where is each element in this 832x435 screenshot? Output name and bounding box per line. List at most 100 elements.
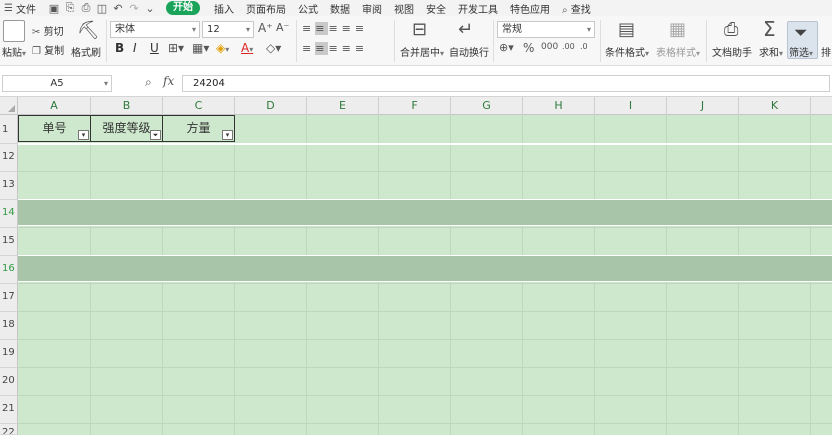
border-icon[interactable]: ⊞▾ bbox=[168, 41, 184, 55]
cell-fill-icon[interactable]: ▦▾ bbox=[192, 41, 209, 55]
row-header-15[interactable]: 15 bbox=[0, 228, 18, 256]
underline-button[interactable]: U bbox=[150, 41, 159, 55]
merge-center-button[interactable]: 合并居中▾ bbox=[400, 44, 444, 59]
font-size-select[interactable]: 12 ▾ bbox=[202, 21, 254, 38]
column-header-j[interactable]: J bbox=[667, 97, 739, 115]
column-header-e[interactable]: E bbox=[307, 97, 379, 115]
tab-page-layout[interactable]: 页面布局 bbox=[246, 1, 286, 16]
column-header-a[interactable]: A bbox=[18, 97, 91, 115]
tab-security[interactable]: 安全 bbox=[426, 1, 446, 16]
tab-special[interactable]: 特色应用 bbox=[510, 1, 550, 16]
wrap-text-button[interactable]: 自动换行 bbox=[449, 44, 489, 59]
font-name-value: 宋体 bbox=[115, 24, 135, 35]
tab-formula[interactable]: 公式 bbox=[298, 1, 318, 16]
row-header-21[interactable]: 21 bbox=[0, 396, 18, 424]
decrease-decimal-icon[interactable]: .0 bbox=[580, 42, 588, 51]
increase-decimal-icon[interactable]: .00 bbox=[562, 42, 575, 51]
row-header-19[interactable]: 19 bbox=[0, 340, 18, 368]
search-icon: ⌕ bbox=[561, 4, 568, 16]
undo-icon[interactable]: ↶ bbox=[110, 2, 126, 15]
eraser-icon[interactable]: ◇▾ bbox=[266, 41, 281, 55]
header-cell-order-no[interactable]: 单号 ▾ bbox=[18, 115, 91, 142]
copy-button[interactable]: ❐ 复制 bbox=[32, 42, 64, 57]
percent-icon[interactable]: % bbox=[523, 41, 534, 55]
row-header-20[interactable]: 20 bbox=[0, 368, 18, 396]
file-menu[interactable]: ☰ 文件 bbox=[4, 1, 36, 16]
thousands-icon[interactable]: 000 bbox=[541, 42, 558, 52]
conditional-format-button[interactable]: 条件格式▾ bbox=[605, 44, 649, 59]
paste-button[interactable]: 粘贴▾ bbox=[2, 44, 26, 59]
column-header-c[interactable]: C bbox=[163, 97, 235, 115]
select-all-corner[interactable] bbox=[0, 97, 18, 115]
print-icon[interactable]: ⎙ bbox=[78, 1, 94, 15]
hamburger-icon: ☰ bbox=[4, 2, 13, 14]
tab-view[interactable]: 视图 bbox=[394, 1, 414, 16]
sheet-grid[interactable]: A B C D E F G H I J K 1 12 13 14 15 16 1… bbox=[0, 97, 832, 435]
header-cell-strength-grade[interactable]: 强度等级 ⏷ bbox=[90, 115, 163, 142]
column-header-next[interactable] bbox=[811, 97, 832, 115]
table-style-button[interactable]: 表格样式▾ bbox=[656, 44, 700, 59]
print-preview-icon[interactable]: ◫ bbox=[94, 2, 110, 15]
sum-button[interactable]: 求和▾ bbox=[759, 44, 783, 59]
function-icon[interactable]: fx bbox=[163, 74, 174, 88]
row-header-12[interactable]: 12 bbox=[0, 144, 18, 172]
horizontal-align-icons[interactable]: ≡≡≡≡≡ bbox=[302, 42, 368, 55]
bold-button[interactable]: B bbox=[115, 41, 124, 55]
divider bbox=[106, 20, 107, 62]
redo-icon[interactable]: ↷ bbox=[126, 2, 142, 15]
row-header-1[interactable]: 1 bbox=[0, 115, 18, 144]
tab-review[interactable]: 审阅 bbox=[362, 1, 382, 16]
row-header-17[interactable]: 17 bbox=[0, 284, 18, 312]
sigma-icon: Σ bbox=[763, 17, 776, 41]
filter-button[interactable]: ⏷ 筛选▾ bbox=[787, 21, 818, 59]
column-header-b[interactable]: B bbox=[91, 97, 163, 115]
name-box[interactable]: A5 ▾ bbox=[2, 75, 112, 92]
row-header-18[interactable]: 18 bbox=[0, 312, 18, 340]
format-painter-button[interactable]: 格式刷 bbox=[71, 44, 101, 59]
row-header-16[interactable]: 16 bbox=[0, 256, 18, 284]
chevron-down-icon[interactable]: ⌄ bbox=[142, 2, 158, 15]
increase-font-icon[interactable]: A⁺ bbox=[258, 21, 273, 35]
filter-dropdown-button[interactable]: ▾ bbox=[222, 130, 233, 140]
column-header-f[interactable]: F bbox=[379, 97, 451, 115]
selected-row-16[interactable] bbox=[18, 255, 832, 282]
formula-input[interactable]: 24204 bbox=[182, 75, 830, 92]
currency-icon[interactable]: ⊕▾ bbox=[499, 41, 514, 54]
divider bbox=[296, 20, 297, 62]
paste-icon[interactable] bbox=[3, 20, 25, 42]
zoom-search-icon[interactable]: ⌕ bbox=[145, 75, 152, 90]
row-header-13[interactable]: 13 bbox=[0, 172, 18, 200]
column-header-d[interactable]: D bbox=[235, 97, 307, 115]
filter-dropdown-button[interactable]: ▾ bbox=[78, 130, 89, 140]
highlight-color-icon[interactable]: ◈▾ bbox=[216, 41, 229, 55]
column-header-k[interactable]: K bbox=[739, 97, 811, 115]
header-cell-volume[interactable]: 方量 ▾ bbox=[162, 115, 235, 142]
document-helper-button[interactable]: 文档助手 bbox=[712, 44, 752, 59]
tab-start[interactable]: 开始 bbox=[165, 1, 200, 15]
header-cell-label: 强度等级 bbox=[102, 121, 151, 135]
tab-data[interactable]: 数据 bbox=[330, 1, 350, 16]
font-name-select[interactable]: 宋体 ▾ bbox=[110, 21, 200, 38]
sort-button[interactable]: 排 bbox=[821, 44, 831, 59]
font-color-icon[interactable]: A▾ bbox=[241, 41, 253, 55]
search-button[interactable]: ⌕ 查找 bbox=[562, 1, 591, 16]
table-style-label: 表格样式 bbox=[656, 48, 696, 59]
vertical-align-icons[interactable]: ≡≡≡≡≡ bbox=[302, 22, 368, 35]
column-header-g[interactable]: G bbox=[451, 97, 523, 115]
column-header-h[interactable]: H bbox=[523, 97, 595, 115]
table-style-icon: ▦ bbox=[669, 19, 687, 40]
column-header-i[interactable]: I bbox=[595, 97, 667, 115]
italic-button[interactable]: I bbox=[133, 41, 137, 55]
cut-button[interactable]: ✂ 剪切 bbox=[32, 23, 64, 38]
decrease-font-icon[interactable]: A⁻ bbox=[276, 21, 289, 34]
row-header-22[interactable]: 22 bbox=[0, 424, 18, 435]
selected-row-14[interactable] bbox=[18, 199, 832, 226]
filter-active-button[interactable]: ⏷ bbox=[150, 130, 161, 140]
row-header-14[interactable]: 14 bbox=[0, 200, 18, 228]
save-icon[interactable]: ▣ bbox=[46, 2, 62, 15]
export-icon[interactable]: ⎘ bbox=[62, 1, 78, 15]
tab-developer[interactable]: 开发工具 bbox=[458, 1, 498, 16]
number-format-select[interactable]: 常规 ▾ bbox=[497, 21, 595, 38]
divider bbox=[706, 20, 707, 62]
tab-insert[interactable]: 插入 bbox=[214, 1, 234, 16]
